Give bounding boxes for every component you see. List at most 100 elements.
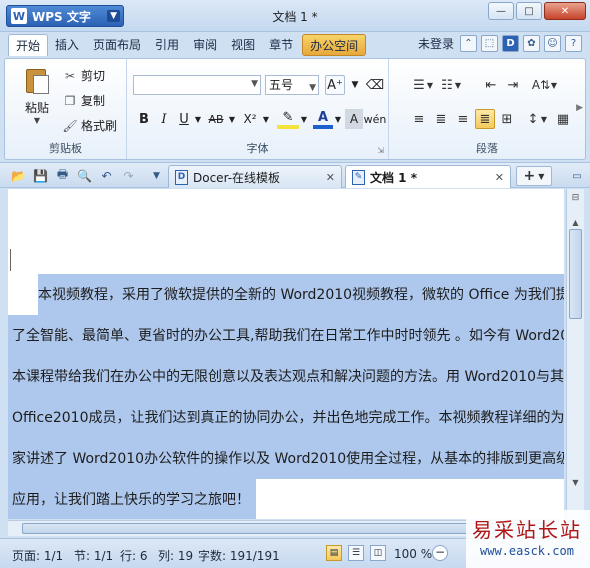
text-line: 本课程带给我们在办公中的无限创意以及表达观点和解决问题的方法。用 Word201…	[8, 356, 564, 397]
chevron-down-icon[interactable]: ▼	[193, 109, 203, 129]
distributed-align-icon[interactable]: ⊞	[497, 109, 517, 129]
paste-button[interactable]: 粘贴 ▼	[17, 65, 57, 125]
chevron-down-icon[interactable]: ▼	[261, 109, 271, 129]
save-icon[interactable]: 💾	[32, 167, 49, 184]
outline-view-icon[interactable]: ☰	[348, 545, 364, 561]
cut-button[interactable]: ✂ 剪切	[63, 67, 105, 84]
scroll-up-icon[interactable]: ▲	[568, 215, 583, 229]
open-folder-icon[interactable]: 📂	[10, 167, 27, 184]
border-icon[interactable]: ▦	[553, 109, 573, 129]
tab-chapter[interactable]: 章节	[262, 34, 300, 56]
word-count[interactable]: 字数: 191/191	[198, 547, 280, 564]
tab-home[interactable]: 开始	[8, 34, 49, 56]
menu-tabs: 开始 插入 页面布局 引用 审阅 视图 章节 办公空间 未登录 ⌃ ⬚ D ✿ …	[0, 32, 590, 58]
web-view-icon[interactable]: ◫	[370, 545, 386, 561]
align-center-icon[interactable]: ≣	[431, 109, 451, 129]
chevron-down-icon: ▼	[33, 116, 41, 125]
text-line: 家讲述了 Word2010办公软件的操作以及 Word2010使用全过程，从基本…	[8, 438, 564, 479]
format-painter-label: 格式刷	[81, 119, 118, 133]
login-status[interactable]: 未登录	[418, 35, 454, 52]
clipboard-group-label: 剪贴板	[49, 142, 82, 155]
tab-page-layout[interactable]: 页面布局	[86, 34, 148, 56]
chevron-down-icon: ▼	[309, 83, 316, 93]
bold-button[interactable]: B	[135, 109, 153, 129]
wps-menu-button[interactable]: W WPS 文字 ▼	[6, 5, 124, 27]
skin-icon[interactable]: ⬚	[481, 35, 498, 52]
underline-button[interactable]: U	[175, 109, 193, 129]
watermark-text: 易采站长站	[472, 518, 582, 542]
tab-list-icon[interactable]: ▭	[568, 166, 586, 186]
print-icon[interactable]: 🖶	[54, 167, 71, 184]
grow-font-button[interactable]: A⁺	[325, 75, 345, 95]
zoom-level[interactable]: 100 %	[394, 547, 432, 561]
chevron-right-icon[interactable]: ▶	[576, 103, 583, 113]
superscript-button[interactable]: X²	[239, 109, 261, 129]
decrease-indent-icon[interactable]: ⇤	[481, 75, 501, 95]
chevron-down-icon[interactable]: ▼	[453, 75, 463, 95]
chevron-down-icon[interactable]: ▼	[349, 75, 361, 95]
vertical-scrollbar[interactable]: ⊟ ▲ ▼	[566, 189, 584, 519]
paste-label: 粘贴	[24, 101, 49, 115]
text-direction-icon[interactable]: A⇅	[531, 75, 551, 95]
italic-button[interactable]: I	[155, 109, 173, 129]
ruler-toggle-icon[interactable]: ⊟	[568, 191, 583, 205]
title-bar: W WPS 文字 ▼ 文档 1 * — □ ✕	[0, 0, 590, 32]
wps-logo-icon: W	[11, 8, 27, 24]
document-editor[interactable]: 本视频教程，采用了微软提供的全新的 Word2010视频教程，微软的 Offic…	[8, 189, 564, 519]
page-view-icon[interactable]: ▤	[326, 545, 342, 561]
paragraph-group: ☰ ▼ ☷ ▼ ⇤ ⇥ A⇅ ▼ ≡ ≣ ≡ ≣ ⊞ ↕ ▼ ▦ ▶ 段落	[389, 59, 585, 159]
minimize-button[interactable]: —	[488, 2, 514, 20]
font-color-icon[interactable]: A	[313, 109, 333, 129]
user-icon[interactable]: ☺	[544, 35, 561, 52]
char-shading-icon[interactable]: A	[345, 109, 363, 129]
scroll-down-icon[interactable]: ▼	[568, 475, 583, 489]
justify-icon[interactable]: ≣	[475, 109, 495, 129]
tab-docer-templates[interactable]: D Docer-在线模板 ✕	[168, 165, 342, 188]
increase-indent-icon[interactable]: ⇥	[503, 75, 523, 95]
tab-office-space[interactable]: 办公空间	[302, 34, 367, 56]
align-right-icon[interactable]: ≡	[453, 109, 473, 129]
document-paragraph[interactable]: 本视频教程，采用了微软提供的全新的 Word2010视频教程，微软的 Offic…	[8, 274, 564, 519]
phonetic-icon[interactable]: wén	[364, 109, 387, 129]
tab-document-1[interactable]: ✎ 文档 1 * ✕	[345, 165, 511, 188]
help-icon[interactable]: ?	[565, 35, 582, 52]
tab-review[interactable]: 审阅	[186, 34, 224, 56]
strikethrough-button[interactable]: AB	[205, 109, 227, 129]
font-size-select[interactable]: 五号 ▼	[265, 75, 319, 95]
copy-icon: ❐	[64, 93, 76, 108]
copy-button[interactable]: ❐ 复制	[63, 92, 105, 109]
customize-toolbar-icon[interactable]: ▼	[148, 167, 165, 184]
font-group: ▼ 五号 ▼ A⁺ ▼ ⌫ B I U ▼ AB ▼ X² ▼ ✎ ▼ A ▼ …	[127, 59, 389, 159]
redo-icon[interactable]: ↷	[120, 167, 137, 184]
zoom-out-button[interactable]: −	[432, 545, 448, 561]
chevron-down-icon[interactable]: ▼	[333, 109, 343, 129]
close-icon[interactable]: ✕	[326, 171, 335, 184]
chevron-down-icon[interactable]: ▼	[425, 75, 435, 95]
chevron-down-icon[interactable]: ▼	[549, 75, 559, 95]
close-icon[interactable]: ✕	[495, 171, 504, 184]
column-indicator: 列: 19	[158, 549, 194, 563]
new-tab-button[interactable]: + ▼	[516, 166, 552, 186]
chevron-down-icon: ▼	[538, 171, 545, 181]
tab-view[interactable]: 视图	[224, 34, 262, 56]
print-preview-icon[interactable]: 🔍	[76, 167, 93, 184]
plugin-icon[interactable]: ✿	[523, 35, 540, 52]
close-button[interactable]: ✕	[544, 2, 586, 20]
docer-icon[interactable]: D	[502, 35, 519, 52]
tab-references[interactable]: 引用	[148, 34, 186, 56]
maximize-button[interactable]: □	[516, 2, 542, 20]
collapse-ribbon-icon[interactable]: ⌃	[460, 35, 477, 52]
chevron-down-icon[interactable]: ▼	[227, 109, 237, 129]
clear-format-icon[interactable]: ⌫	[365, 75, 385, 95]
undo-icon[interactable]: ↶	[98, 167, 115, 184]
tab-insert[interactable]: 插入	[48, 34, 86, 56]
align-left-icon[interactable]: ≡	[409, 109, 429, 129]
highlight-icon[interactable]: ✎	[277, 109, 299, 129]
section-indicator: 节: 1/1	[74, 549, 114, 563]
chevron-down-icon[interactable]: ▼	[299, 109, 309, 129]
vertical-scroll-thumb[interactable]	[569, 229, 582, 319]
font-name-select[interactable]: ▼	[133, 75, 261, 95]
format-painter-button[interactable]: 🖌 格式刷	[62, 117, 118, 134]
chevron-down-icon[interactable]: ▼	[539, 109, 549, 129]
site-watermark: 易采站长站 www.easck.com	[466, 510, 590, 568]
